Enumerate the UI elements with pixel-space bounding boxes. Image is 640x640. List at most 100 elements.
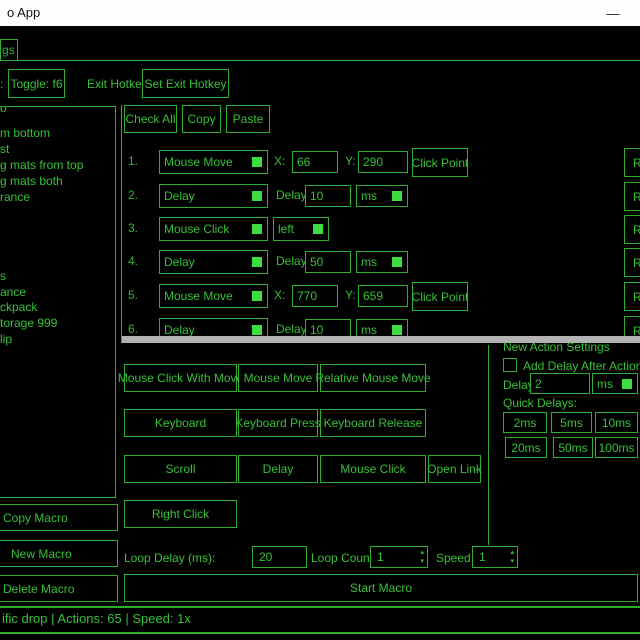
settings-panel-divider [488,345,489,545]
action-type-value: Mouse Move [164,155,233,169]
dropdown-arrow-icon [252,157,262,167]
toggle-hotkey-button[interactable]: Toggle: f6 [8,69,65,98]
tab-settings-label: gs [1,43,15,57]
remove-action-button[interactable]: R [624,215,640,244]
add-mouse-move-button[interactable]: Mouse Move [238,364,318,392]
click-point-button[interactable]: Click Point [412,148,468,177]
quick-delay-20ms-button[interactable]: 20ms [505,437,547,458]
macro-list-item[interactable]: ckpack [0,300,37,315]
actions-list[interactable]: 1. Mouse Move X: Y: Click Point R 2. Del… [121,140,640,337]
remove-action-button[interactable]: R [624,316,640,337]
remove-action-button[interactable]: R [624,282,640,311]
quick-delays-label: Quick Delays: [503,396,577,410]
x-coordinate-input[interactable] [292,285,338,307]
dropdown-arrow-icon [392,191,402,201]
click-point-button[interactable]: Click Point [412,282,468,311]
macro-list-item[interactable]: st [0,142,9,157]
copy-actions-button[interactable]: Copy [182,105,221,133]
loop-count-stepper[interactable]: 1 ▴ ▾ [370,546,428,568]
x-coordinate-input[interactable] [292,151,338,173]
add-scroll-button[interactable]: Scroll [124,455,237,483]
add-mouse-click-button[interactable]: Mouse Click [320,455,426,483]
spin-up-icon[interactable]: ▴ [510,548,514,557]
y-coordinate-input[interactable] [358,151,408,173]
add-keyboard-press-button[interactable]: Keyboard Press [238,409,318,437]
macro-listbox[interactable]: o m bottom st g mats from top g mats bot… [0,106,116,498]
delay-unit-value: ms [361,323,377,337]
delay-label: Delay [276,322,307,336]
dropdown-arrow-icon [252,224,262,234]
macro-list-item[interactable]: ance [0,285,26,300]
quick-delay-5ms-button[interactable]: 5ms [551,412,592,433]
macro-list-item[interactable]: lip [0,332,12,347]
quick-delay-100ms-button[interactable]: 100ms [595,437,638,458]
add-delay-button[interactable]: Delay [238,455,318,483]
status-bar-text: ific drop | Actions: 65 | Speed: 1x [2,611,191,626]
macro-list-item[interactable]: o [0,106,7,116]
macro-list-item[interactable]: g mats both [0,174,63,189]
minimize-icon[interactable]: — [600,0,626,26]
delay-unit-select[interactable]: ms [356,185,408,207]
remove-action-button[interactable]: R [624,148,640,177]
macro-list-item[interactable]: rance [0,190,30,205]
action-type-select[interactable]: Mouse Move [159,284,268,308]
status-bar-bottom-border [0,632,640,634]
new-delay-input[interactable] [530,373,590,394]
action-number: 1. [128,154,138,168]
action-type-select[interactable]: Mouse Move [159,150,268,174]
delete-macro-button[interactable]: Delete Macro [0,575,118,602]
new-action-settings-title: New Action Settings [503,340,610,354]
delay-value-input[interactable] [305,251,351,273]
new-delay-unit-select[interactable]: ms [592,373,638,394]
action-type-value: Mouse Move [164,289,233,303]
y-coordinate-input[interactable] [358,285,408,307]
macro-list-item[interactable]: torage 999 [0,316,57,331]
add-keyboard-button[interactable]: Keyboard [124,409,237,437]
click-button-select[interactable]: left [273,217,329,241]
macro-list-item[interactable]: m bottom [0,126,50,141]
spin-down-icon[interactable]: ▾ [510,557,514,566]
macro-list-item[interactable]: s [0,269,6,284]
add-keyboard-release-button[interactable]: Keyboard Release [320,409,426,437]
action-type-select[interactable]: Delay [159,184,268,208]
spin-up-icon[interactable]: ▴ [420,548,424,557]
window-title: o App [7,0,40,26]
check-all-button[interactable]: Check All [124,105,177,133]
action-type-select[interactable]: Mouse Click [159,217,268,241]
add-relative-mouse-move-button[interactable]: Relative Mouse Move [320,364,426,392]
hotkey-label-fragment: : [0,77,3,91]
spin-down-icon[interactable]: ▾ [420,557,424,566]
action-number: 2. [128,188,138,202]
copy-macro-button[interactable]: Copy Macro [0,504,118,531]
start-macro-button[interactable]: Start Macro [124,574,638,602]
tab-settings[interactable]: gs [0,39,18,60]
paste-actions-button[interactable]: Paste [226,105,270,133]
macro-app-window: o App — gs : Toggle: f6 Exit Hotkey: Set… [0,0,640,640]
remove-action-button[interactable]: R [624,248,640,277]
action-number: 5. [128,288,138,302]
action-number: 4. [128,254,138,268]
quick-delay-50ms-button[interactable]: 50ms [553,437,593,458]
add-mouse-click-with-move-button[interactable]: Mouse Click With Move [124,364,237,392]
delay-unit-select[interactable]: ms [356,319,408,337]
set-exit-hotkey-button[interactable]: Set Exit Hotkey [142,69,229,98]
action-type-value: Delay [164,255,195,269]
add-right-click-button[interactable]: Right Click [124,500,237,528]
macro-list-item[interactable]: g mats from top [0,158,83,173]
quick-delay-2ms-button[interactable]: 2ms [503,412,547,433]
dropdown-arrow-icon [252,257,262,267]
delay-value-input[interactable] [305,185,351,207]
new-macro-button[interactable]: New Macro [0,540,118,567]
click-button-value: left [278,222,294,236]
speed-stepper[interactable]: 1 ▴ ▾ [472,546,518,568]
add-delay-checkbox[interactable] [503,358,517,372]
loop-count-label: Loop Count: [311,551,376,565]
quick-delay-10ms-button[interactable]: 10ms [595,412,638,433]
delay-unit-select[interactable]: ms [356,251,408,273]
add-open-link-button[interactable]: Open Link [428,455,481,483]
loop-delay-input[interactable] [252,546,307,568]
delay-value-input[interactable] [305,319,351,337]
remove-action-button[interactable]: R [624,182,640,211]
action-type-select[interactable]: Delay [159,318,268,337]
action-type-select[interactable]: Delay [159,250,268,274]
